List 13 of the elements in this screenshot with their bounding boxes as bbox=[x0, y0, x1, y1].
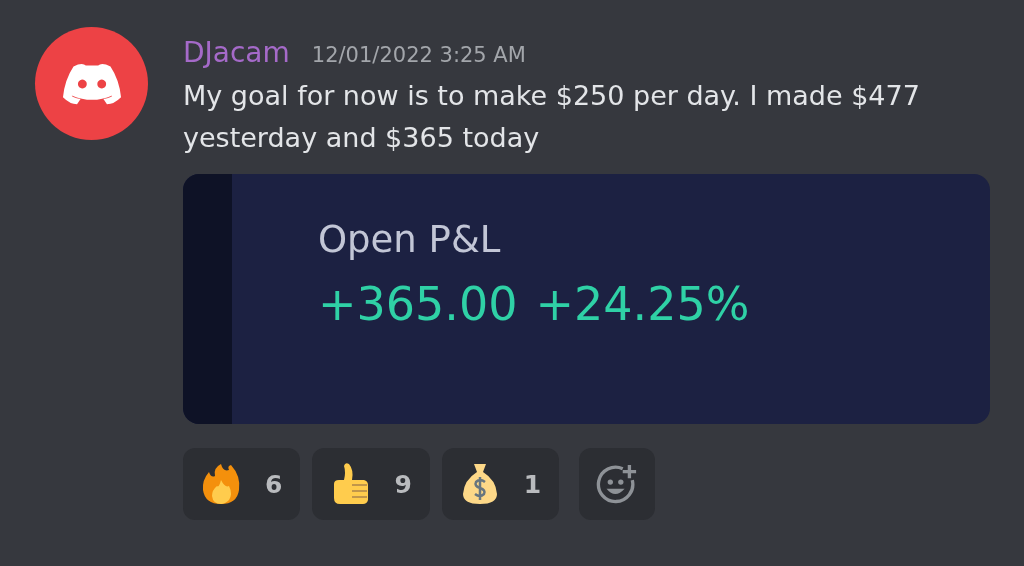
controller-logo-icon bbox=[60, 61, 123, 106]
reaction-button[interactable]: 1 bbox=[441, 448, 560, 520]
message-text: My goal for now is to make $250 per day. I made $477 yesterday and $365 today bbox=[183, 79, 921, 155]
add-reaction-button[interactable] bbox=[579, 448, 656, 520]
timestamp: 12/01/2022 3:25 AM bbox=[311, 43, 526, 67]
fire-icon bbox=[201, 462, 241, 506]
reaction-button[interactable]: 9 bbox=[312, 448, 430, 520]
pl-title: Open P&L bbox=[318, 218, 502, 261]
image-attachment[interactable]: Open P&L +365.00 +24.25% bbox=[183, 174, 990, 424]
pl-percent: +24.25% bbox=[535, 277, 750, 331]
smiley-plus-icon bbox=[596, 463, 639, 505]
pl-amount: +365.00 bbox=[318, 277, 518, 331]
reaction-button[interactable]: 6 bbox=[183, 448, 301, 520]
